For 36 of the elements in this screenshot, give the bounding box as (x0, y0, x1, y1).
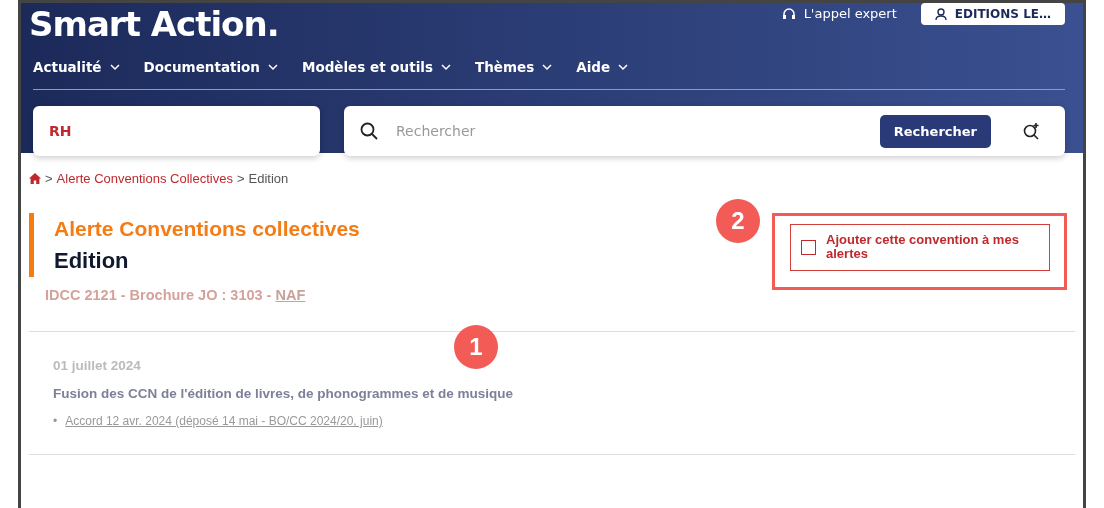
alert-option[interactable]: Ajouter cette convention à mes alertes (790, 223, 1050, 272)
search-bar[interactable]: Rechercher Rechercher (344, 106, 1065, 157)
checkbox[interactable] (801, 239, 816, 255)
domain-field[interactable]: RH (33, 106, 320, 157)
separator-text: > (45, 170, 53, 188)
page-subtitle: Edition (54, 247, 130, 275)
breadcrumb-link[interactable]: Alerte Conventions Collectives (56, 169, 233, 189)
account-button[interactable]: EDITIONS LE… (920, 3, 1065, 25)
chevron-icon (109, 63, 120, 71)
menu-item[interactable]: Aide (576, 57, 629, 78)
separator-text: > (236, 170, 245, 188)
entry-title: Fusion des CCN de l'édition de livres, de phonogrammes et de musique (53, 385, 515, 403)
site-logo[interactable]: Smart Action. (29, 7, 279, 41)
chevron-icon (618, 63, 629, 71)
user-icon (934, 8, 947, 20)
headphones-icon (781, 8, 796, 20)
advanced-search-icon[interactable] (1023, 122, 1041, 141)
search-icon (360, 122, 378, 141)
menu-item[interactable]: Documentation (143, 57, 278, 78)
convention-meta: IDCC 2121 - Brochure JO : 3103 - NAF (45, 286, 307, 305)
checkbox-label: Ajouter cette convention à mes alertes (826, 232, 1020, 263)
page-title: Alerte Conventions collectives (54, 215, 360, 242)
menu-item[interactable]: Thèmes (474, 57, 553, 78)
callout-badge: 2 (716, 199, 760, 243)
chevron-icon (267, 63, 278, 71)
menu-item[interactable]: Actualité (33, 57, 120, 78)
menu-item[interactable]: Modèles et outils (301, 57, 451, 78)
expert-link[interactable]: L'appel expert (781, 4, 897, 24)
chevron-icon (542, 63, 553, 71)
search-button[interactable]: Rechercher (879, 114, 991, 148)
chevron-icon (440, 63, 451, 71)
home-icon[interactable] (29, 173, 41, 185)
bullet-text: • (53, 413, 58, 431)
entry-date: 01 juillet 2024 (53, 356, 142, 375)
callout-badge: 1 (454, 325, 498, 369)
breadcrumb-current: Edition (248, 170, 289, 188)
